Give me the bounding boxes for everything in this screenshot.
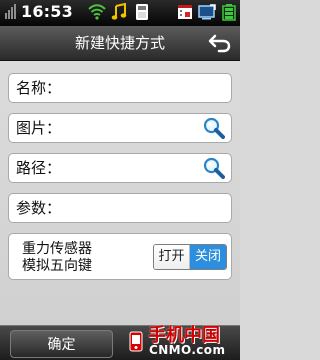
watermark-line2: CNMO.com [149, 343, 226, 357]
wifi-icon [88, 4, 106, 20]
screen: 16:53 新建快捷方式 名称： 图片： 路径： 参数： 重力传感器 模拟五向键… [0, 0, 240, 360]
toggle-off-option[interactable]: 关闭 [190, 245, 226, 269]
params-label: 参数： [16, 199, 62, 217]
gravity-sensor-toggle[interactable]: 打开 关闭 [153, 244, 227, 270]
monitor-icon [198, 4, 216, 20]
params-field[interactable]: 参数： [8, 193, 232, 223]
confirm-button[interactable]: 确定 [10, 330, 113, 358]
watermark: 手机中国 CNMO.com [128, 327, 238, 358]
path-label: 路径： [16, 159, 62, 177]
path-field[interactable]: 路径： [8, 153, 232, 183]
signal-icon [5, 4, 16, 19]
name-label: 名称： [16, 79, 62, 97]
search-icon[interactable] [203, 117, 225, 139]
toggle-on-option[interactable]: 打开 [154, 245, 190, 269]
page-title: 新建快捷方式 [74, 34, 165, 52]
header: 新建快捷方式 [0, 26, 240, 61]
image-label: 图片： [16, 119, 62, 137]
back-arrow-icon[interactable] [208, 32, 232, 54]
gravity-sensor-panel: 重力传感器 模拟五向键 打开 关闭 [8, 233, 232, 280]
status-time: 16:53 [21, 2, 73, 21]
gravity-sensor-label-line1: 重力传感器 [22, 241, 92, 257]
phone-logo-icon [129, 331, 143, 352]
name-field[interactable]: 名称： [8, 73, 232, 103]
status-bar: 16:53 [0, 0, 240, 26]
battery-icon [222, 4, 236, 21]
calendar-icon [178, 5, 192, 19]
music-icon [111, 3, 127, 20]
search-icon[interactable] [203, 157, 225, 179]
sd-card-icon [136, 4, 148, 20]
gravity-sensor-label-line2: 模拟五向键 [22, 258, 92, 274]
image-field[interactable]: 图片： [8, 113, 232, 143]
